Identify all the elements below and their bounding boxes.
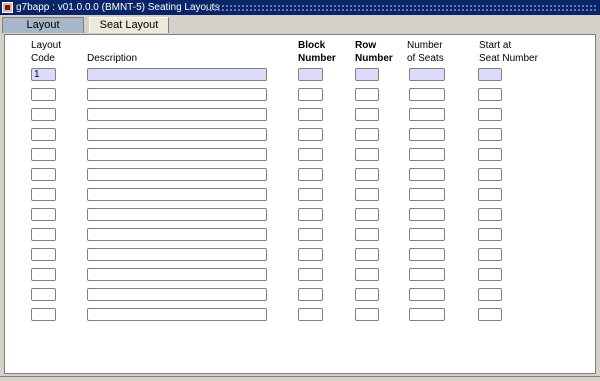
start-at-seat-field[interactable] — [478, 208, 502, 221]
block-number-field[interactable] — [298, 88, 323, 101]
layout-code-field[interactable] — [31, 288, 56, 301]
start-at-seat-field[interactable] — [478, 128, 502, 141]
header-block-number-line2: Number — [298, 53, 336, 64]
tab-bar: Layout Definition Seat Layout — [0, 16, 600, 46]
start-at-seat-field[interactable] — [478, 188, 502, 201]
start-at-seat-field[interactable] — [478, 268, 502, 281]
row-number-field[interactable] — [355, 288, 379, 301]
row-number-field[interactable] — [355, 68, 379, 81]
description-field[interactable] — [87, 188, 267, 201]
block-number-field[interactable] — [298, 68, 323, 81]
layout-code-field[interactable] — [31, 228, 56, 241]
description-field[interactable] — [87, 168, 267, 181]
row-number-field[interactable] — [355, 268, 379, 281]
window-title: g7bapp : v01.0.0.0 (BMNT-5) Seating Layo… — [16, 2, 220, 13]
row-number-field[interactable] — [355, 88, 379, 101]
description-field[interactable] — [87, 268, 267, 281]
row-number-field[interactable] — [355, 148, 379, 161]
header-start-at-seat-line1: Start at — [479, 40, 512, 51]
start-at-seat-field[interactable] — [478, 288, 502, 301]
start-at-seat-field[interactable] — [478, 248, 502, 261]
number-of-seats-field[interactable] — [409, 288, 445, 301]
start-at-seat-field[interactable] — [478, 68, 502, 81]
app-icon[interactable] — [2, 2, 13, 13]
layout-code-field[interactable] — [31, 148, 56, 161]
description-field[interactable] — [87, 208, 267, 221]
number-of-seats-field[interactable] — [409, 68, 445, 81]
block-number-field[interactable] — [298, 168, 323, 181]
number-of-seats-field[interactable] — [409, 228, 445, 241]
tab-layout-definition[interactable]: Layout Definition — [2, 17, 84, 46]
block-number-field[interactable] — [298, 308, 323, 321]
layout-code-field[interactable] — [31, 128, 56, 141]
block-number-field[interactable] — [298, 228, 323, 241]
number-of-seats-field[interactable] — [409, 88, 445, 101]
header-row-number-line2: Number — [355, 53, 393, 64]
description-field[interactable] — [87, 68, 267, 81]
titlebar-texture — [205, 4, 596, 11]
row-number-field[interactable] — [355, 208, 379, 221]
row-number-field[interactable] — [355, 128, 379, 141]
row-number-field[interactable] — [355, 228, 379, 241]
start-at-seat-field[interactable] — [478, 168, 502, 181]
row-number-field[interactable] — [355, 108, 379, 121]
start-at-seat-field[interactable] — [478, 148, 502, 161]
header-start-at-seat-line2: Seat Number — [479, 53, 538, 64]
header-block-number-line1: Block — [298, 40, 326, 51]
header-layout-code-line2: Code — [31, 53, 55, 64]
row-number-field[interactable] — [355, 188, 379, 201]
layout-code-field[interactable] — [31, 188, 56, 201]
status-bar — [0, 376, 600, 381]
layout-code-field[interactable] — [31, 208, 56, 221]
layout-code-field[interactable] — [31, 108, 56, 121]
row-number-field[interactable] — [355, 168, 379, 181]
number-of-seats-field[interactable] — [409, 308, 445, 321]
description-field[interactable] — [87, 88, 267, 101]
header-row-number-line1: Row — [355, 40, 377, 51]
block-number-field[interactable] — [298, 248, 323, 261]
number-of-seats-field[interactable] — [409, 108, 445, 121]
start-at-seat-field[interactable] — [478, 108, 502, 121]
header-description: Description — [87, 53, 138, 64]
header-number-of-seats-line1: Number — [407, 40, 443, 51]
header-layout-code-line1: Layout — [31, 40, 62, 51]
number-of-seats-field[interactable] — [409, 208, 445, 221]
block-number-field[interactable] — [298, 208, 323, 221]
number-of-seats-field[interactable] — [409, 128, 445, 141]
block-number-field[interactable] — [298, 128, 323, 141]
block-number-field[interactable] — [298, 288, 323, 301]
row-number-field[interactable] — [355, 248, 379, 261]
layout-code-field[interactable] — [31, 308, 56, 321]
description-field[interactable] — [87, 308, 267, 321]
block-number-field[interactable] — [298, 148, 323, 161]
number-of-seats-field[interactable] — [409, 168, 445, 181]
layout-definition-panel: Layout Code Description Block Number Row… — [4, 34, 596, 374]
number-of-seats-field[interactable] — [409, 268, 445, 281]
start-at-seat-field[interactable] — [478, 228, 502, 241]
description-field[interactable] — [87, 248, 267, 261]
start-at-seat-field[interactable] — [478, 88, 502, 101]
block-number-field[interactable] — [298, 108, 323, 121]
layout-code-field[interactable] — [31, 88, 56, 101]
layout-code-field[interactable] — [31, 248, 56, 261]
description-field[interactable] — [87, 228, 267, 241]
description-field[interactable] — [87, 128, 267, 141]
layout-code-field[interactable] — [31, 168, 56, 181]
tab-seat-layout[interactable]: Seat Layout — [89, 17, 169, 33]
layout-code-field[interactable]: 1 — [31, 68, 56, 81]
number-of-seats-field[interactable] — [409, 148, 445, 161]
header-number-of-seats-line2: of Seats — [407, 53, 444, 64]
row-number-field[interactable] — [355, 308, 379, 321]
description-field[interactable] — [87, 108, 267, 121]
description-field[interactable] — [87, 288, 267, 301]
description-field[interactable] — [87, 148, 267, 161]
start-at-seat-field[interactable] — [478, 308, 502, 321]
block-number-field[interactable] — [298, 188, 323, 201]
layout-code-field[interactable] — [31, 268, 56, 281]
number-of-seats-field[interactable] — [409, 248, 445, 261]
window-titlebar[interactable]: g7bapp : v01.0.0.0 (BMNT-5) Seating Layo… — [0, 0, 600, 15]
number-of-seats-field[interactable] — [409, 188, 445, 201]
block-number-field[interactable] — [298, 268, 323, 281]
